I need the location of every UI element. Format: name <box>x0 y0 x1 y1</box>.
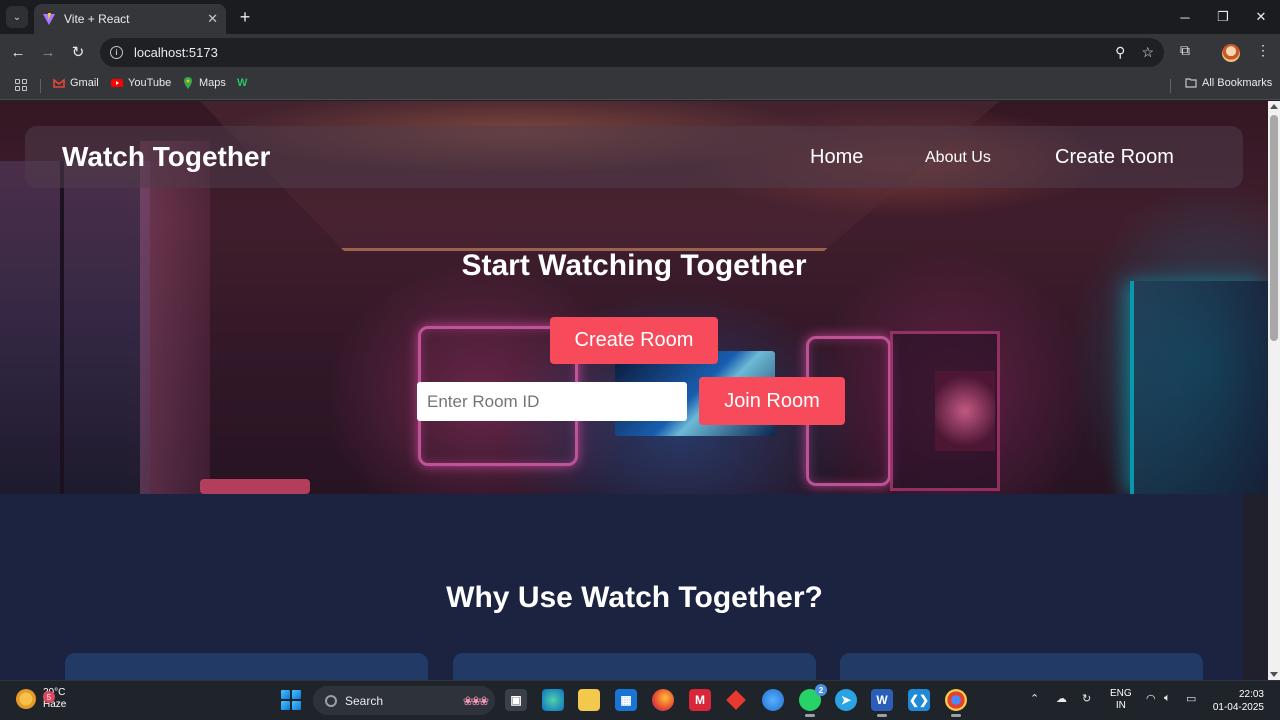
onedrive-icon[interactable]: ☁ <box>1056 692 1067 705</box>
address-bar[interactable]: i localhost:5173 ⚲ ☆ <box>100 38 1164 67</box>
site-info-icon[interactable]: i <box>110 46 123 59</box>
room-id-input[interactable] <box>417 382 687 421</box>
tray-overflow-icon[interactable]: ⌃ <box>1030 692 1039 705</box>
telegram-icon[interactable]: ➤ <box>835 689 857 711</box>
all-bookmarks-label: All Bookmarks <box>1202 77 1273 89</box>
back-icon[interactable]: ← <box>8 42 28 62</box>
browser-toolbar: ← → ↻ i localhost:5173 ⚲ ☆ ⧉ ⋮ <box>0 34 1280 71</box>
tab-title: Vite + React <box>64 12 130 26</box>
bookmark-maps[interactable]: Maps <box>182 77 226 89</box>
url-text: localhost:5173 <box>134 45 218 60</box>
nav-create-room-link[interactable]: Create Room <box>1055 146 1174 169</box>
vite-logo-icon <box>43 13 55 25</box>
bookmark-separator <box>1170 79 1171 93</box>
bookmark-w-icon[interactable]: W <box>237 77 247 89</box>
profile-avatar[interactable] <box>1222 44 1240 62</box>
clock-date: 01-04-2025 <box>1212 702 1264 713</box>
nav-about-link[interactable]: About Us <box>925 149 991 167</box>
site-navbar: Watch Together Home About Us Create Room <box>25 126 1243 188</box>
create-room-button[interactable]: Create Room <box>550 317 718 364</box>
apps-grid-icon[interactable] <box>15 79 27 91</box>
maps-icon <box>184 77 192 89</box>
gmail-icon <box>53 78 65 88</box>
hero-background: Watch Together Home About Us Create Room… <box>0 101 1268 494</box>
tab-strip: ⌄ Vite + React ✕ + ─ ❐ ✕ <box>0 0 1280 34</box>
window-controls: ─ ❐ ✕ <box>1166 0 1280 34</box>
restore-icon[interactable]: ❐ <box>1204 0 1242 34</box>
page-margin <box>1243 494 1268 680</box>
whatsapp-icon[interactable]: 2 <box>799 684 827 717</box>
battery-icon[interactable]: ▭ <box>1186 692 1196 705</box>
bookmark-label: Gmail <box>70 77 99 89</box>
tulips-icon: ❀❀❀ <box>462 693 489 708</box>
language-indicator[interactable]: ENG IN <box>1110 688 1132 712</box>
edge-icon[interactable] <box>542 689 564 711</box>
scroll-down-icon[interactable] <box>1270 672 1278 677</box>
task-view-icon[interactable]: ▣ <box>505 689 527 711</box>
reload-icon[interactable]: ↻ <box>68 42 88 62</box>
bookmark-separator <box>40 79 41 93</box>
weather-haze-icon <box>16 689 36 709</box>
bookmark-star-icon[interactable]: ☆ <box>1141 44 1154 61</box>
pinned-app-icon[interactable] <box>762 689 784 711</box>
tab-close-icon[interactable]: ✕ <box>207 11 218 27</box>
page-scrollbar[interactable] <box>1268 101 1280 680</box>
nav-home-link[interactable]: Home <box>810 146 863 169</box>
new-tab-icon[interactable]: + <box>236 7 254 28</box>
vscode-icon[interactable]: ❮❯ <box>908 689 930 711</box>
diamond-app-icon[interactable] <box>725 689 747 711</box>
page-viewport: Watch Together Home About Us Create Room… <box>0 101 1268 680</box>
search-icon <box>325 694 337 707</box>
system-clock[interactable]: 22:03 01-04-2025 <box>1208 688 1264 714</box>
scrollbar-thumb[interactable] <box>1270 115 1278 341</box>
extensions-icon[interactable]: ⧉ <box>1180 42 1190 59</box>
weather-badge: 5 <box>43 691 55 703</box>
minimize-icon[interactable]: ─ <box>1166 0 1204 34</box>
feature-card <box>65 653 428 680</box>
volume-icon[interactable]: 🔈︎ <box>1164 692 1171 705</box>
windows-start-icon[interactable] <box>281 690 301 710</box>
sync-icon[interactable]: ↻ <box>1082 692 1091 705</box>
join-room-button[interactable]: Join Room <box>699 377 845 425</box>
taskbar-search[interactable]: Search ❀❀❀ <box>313 686 495 715</box>
folder-icon <box>1185 78 1197 88</box>
clock-time: 22:03 <box>1238 689 1264 700</box>
chrome-icon[interactable] <box>945 689 967 717</box>
close-window-icon[interactable]: ✕ <box>1242 0 1280 34</box>
bookmark-label: Maps <box>199 77 226 89</box>
taskbar-search-label: Search <box>345 693 384 708</box>
mcafee-icon[interactable]: M <box>689 689 711 711</box>
wifi-icon[interactable]: ◠ <box>1146 692 1156 705</box>
feature-card <box>840 653 1203 680</box>
site-brand[interactable]: Watch Together <box>62 141 270 173</box>
all-bookmarks[interactable]: All Bookmarks <box>1185 77 1272 89</box>
whatsapp-badge: 2 <box>815 684 827 696</box>
bookmark-gmail[interactable]: Gmail <box>53 77 99 89</box>
weather-widget[interactable]: 5 20°C Haze <box>16 687 66 711</box>
zoom-icon[interactable]: ⚲ <box>1115 44 1125 61</box>
menu-kebab-icon[interactable]: ⋮ <box>1256 42 1270 59</box>
features-title: Why Use Watch Together? <box>446 581 823 614</box>
features-section: Why Use Watch Together? <box>26 494 1243 680</box>
word-icon[interactable]: W <box>871 689 893 717</box>
forward-icon[interactable]: → <box>38 42 58 62</box>
bookmark-youtube[interactable]: YouTube <box>111 77 171 89</box>
bookmarks-bar: Gmail YouTube Maps W All Bookmarks <box>0 71 1280 100</box>
tab-search-chevron-icon[interactable]: ⌄ <box>6 6 28 28</box>
bookmark-label: YouTube <box>128 77 172 89</box>
firefox-icon[interactable] <box>652 689 674 711</box>
scroll-up-icon[interactable] <box>1270 104 1278 109</box>
windows-taskbar: 5 20°C Haze Search ❀❀❀ ▣ ▦ M 2 ➤ W ❮❯ ⌃ … <box>0 680 1280 720</box>
ms-store-icon[interactable]: ▦ <box>615 689 637 711</box>
language-line2: IN <box>1115 700 1126 711</box>
hero-title: Start Watching Together <box>461 249 807 282</box>
file-explorer-icon[interactable] <box>578 689 600 711</box>
browser-tab[interactable]: Vite + React ✕ <box>34 4 226 34</box>
language-line1: ENG <box>1110 688 1132 699</box>
feature-card <box>453 653 816 680</box>
youtube-icon <box>111 79 123 87</box>
